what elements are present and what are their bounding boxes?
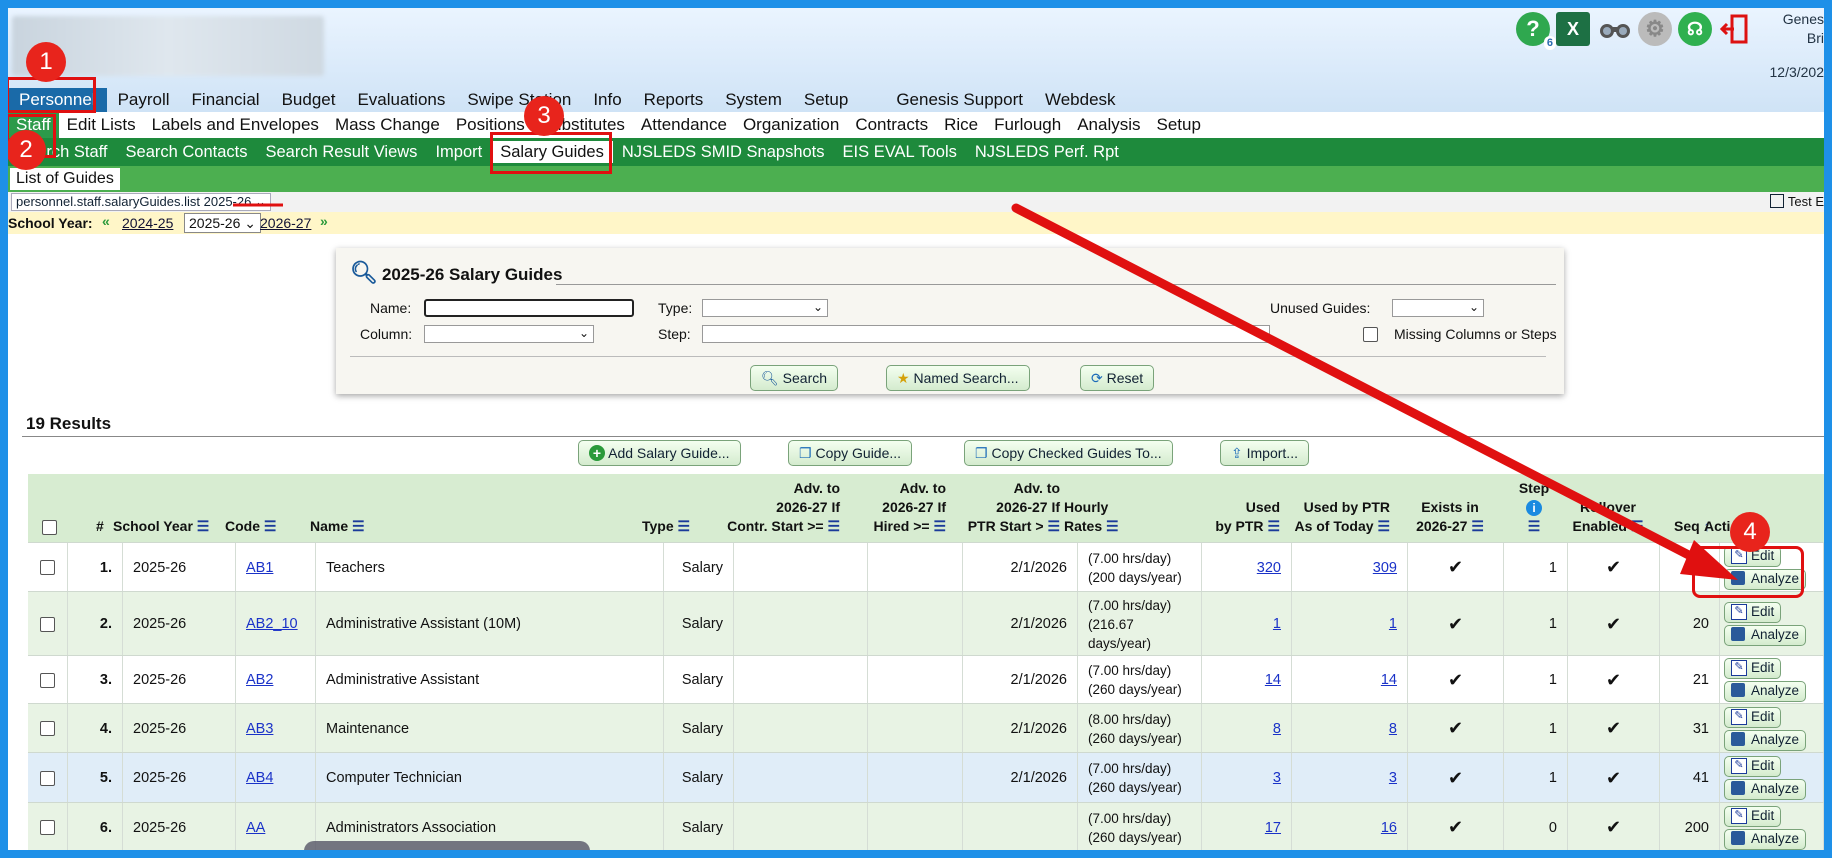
app-window: ? 6 X ⚙ ☊ Genes Bri 12/3/202 Personnel P… [8,8,1824,850]
annotation-arrow [233,203,1738,580]
